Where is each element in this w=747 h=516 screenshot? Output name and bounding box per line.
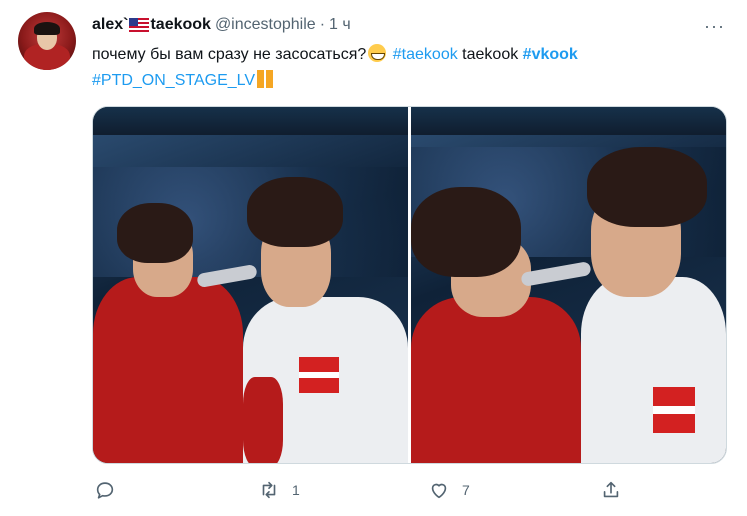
like-count: 7 bbox=[462, 482, 470, 498]
tweet-text: почему бы вам сразу не засосаться? #taek… bbox=[92, 42, 712, 94]
grinning-sweat-emoji-icon bbox=[368, 44, 387, 62]
hashtag-ptd-on-stage-lv[interactable]: #PTD_ON_STAGE_LV bbox=[92, 72, 255, 89]
retweet-icon bbox=[262, 481, 276, 499]
hashtag-vkook[interactable]: #vkook bbox=[523, 46, 578, 63]
tweet-card[interactable]: alex` taekook @incestophile · 1 ч ··· по… bbox=[0, 0, 747, 516]
tweet-header: alex` taekook @incestophile · 1 ч bbox=[92, 14, 351, 36]
like-button[interactable]: 7 bbox=[428, 476, 470, 504]
more-dots-icon[interactable]: ··· bbox=[704, 16, 725, 37]
tweet-timestamp[interactable]: 1 ч bbox=[329, 16, 351, 34]
photo-1[interactable] bbox=[93, 107, 408, 463]
orange-heart-emoji-icon bbox=[257, 70, 274, 88]
author-name-part2[interactable]: taekook bbox=[150, 16, 210, 34]
separator-dot: · bbox=[319, 16, 326, 33]
tweet-text-taekook: taekook bbox=[462, 46, 519, 63]
tweet-text-main: почему бы вам сразу не засосаться? bbox=[92, 46, 367, 63]
reply-bubble-icon bbox=[96, 482, 114, 499]
us-flag-emoji-icon bbox=[129, 18, 150, 32]
tweet-actions: 1 7 bbox=[0, 476, 747, 504]
share-button[interactable] bbox=[600, 476, 634, 504]
retweet-button[interactable]: 1 bbox=[258, 476, 300, 504]
media-grid bbox=[92, 106, 727, 464]
reply-button[interactable] bbox=[94, 476, 128, 504]
share-icon bbox=[603, 481, 619, 498]
avatar[interactable] bbox=[18, 12, 76, 70]
author-handle[interactable]: @incestophile bbox=[215, 16, 316, 34]
author-name-part1[interactable]: alex` bbox=[92, 16, 128, 34]
hashtag-taekook[interactable]: #taekook bbox=[393, 46, 458, 63]
photo-2[interactable] bbox=[411, 107, 726, 463]
retweet-count: 1 bbox=[292, 482, 300, 498]
heart-icon bbox=[431, 483, 447, 499]
